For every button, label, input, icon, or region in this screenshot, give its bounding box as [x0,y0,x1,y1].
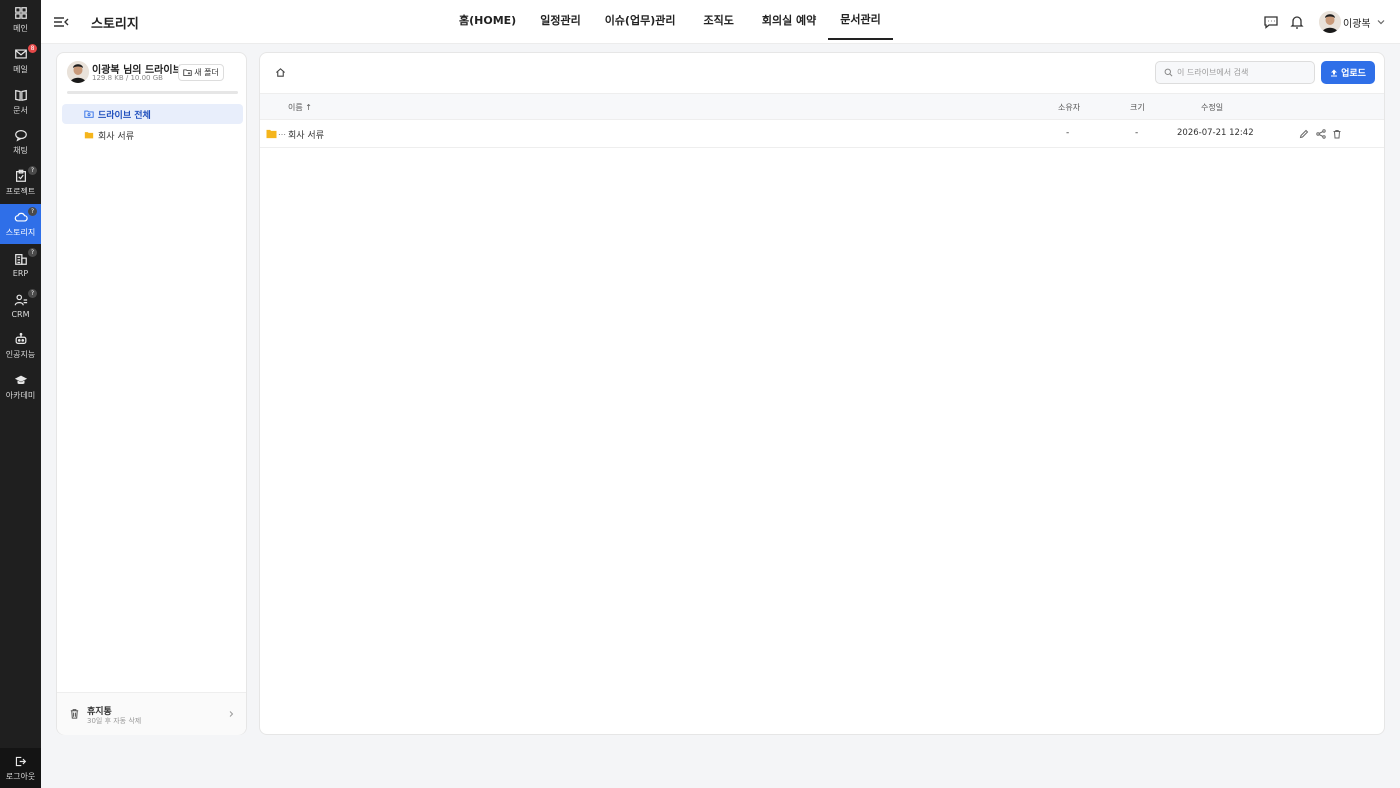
rail-item-crm[interactable]: CRM ? [0,286,41,326]
rail-item-mail[interactable]: 메일 8 [0,41,41,81]
rail-badge: ? [28,166,37,175]
usage-bar [67,91,238,94]
cloud-icon [14,212,28,222]
tree-item-label: 드라이브 전체 [98,110,151,121]
folder-icon [84,132,94,139]
rail-label: 스토리지 [5,228,36,237]
rail-item-academy[interactable]: 아카데미 [0,367,41,407]
rail-badge: ? [28,289,37,298]
chevron-right-icon [229,711,234,717]
delete-icon[interactable] [1332,129,1342,139]
logout-label: 로그아웃 [5,771,36,781]
rail-item-erp[interactable]: ERP ? [0,245,41,285]
row-owner: - [1066,128,1070,138]
search-input[interactable] [1177,68,1307,77]
row-ellipsis: … [278,128,286,137]
nav-schedule[interactable]: 일정관리 [528,0,592,40]
rail-item-docs[interactable]: 문서 [0,82,41,122]
edit-icon[interactable] [1299,129,1309,139]
file-browser: 업로드 이름 ↑ 소유자 크기 수정일 … 회사 서류 - - 2026-07-… [259,52,1385,735]
rail-badge: ? [28,207,37,216]
logout-icon [15,756,27,766]
rail-label: CRM [11,310,30,319]
rail-item-chat[interactable]: 채팅 [0,122,41,162]
row-size: - [1135,128,1139,138]
folder-plus-icon [183,69,192,76]
chat-icon [14,130,27,142]
rail-label: 메인 [13,24,28,33]
trash-link[interactable]: 휴지통 30일 후 자동 삭제 [57,692,246,735]
rail-label: 문서 [13,106,28,115]
chevron-down-icon[interactable] [1376,17,1386,27]
page-title: 스토리지 [91,17,139,32]
bell-icon[interactable] [1289,14,1305,30]
book-icon [14,89,27,101]
avatar-image [67,61,89,83]
rail-label: 인공지능 [5,350,36,359]
drive-usage-text: 129.8 KB / 10.00 GB [92,74,163,82]
row-name[interactable]: 회사 서류 [288,128,324,141]
left-rail: 메인 메일 8 문서 채팅 프로젝트 ? 스토리지 ? ERP ? CRM ? … [0,0,41,788]
user-name[interactable]: 이광복 [1343,15,1371,30]
tree-item-label: 회사 서류 [98,131,134,142]
drive-folder-icon [84,110,94,118]
user-avatar[interactable] [1319,11,1341,33]
rail-label: 프로젝트 [5,187,36,196]
upload-label: 업로드 [1341,69,1366,79]
column-header-owner[interactable]: 소유자 [1058,102,1080,113]
message-icon[interactable] [1263,14,1279,30]
drive-sidebar: 이광복 님의 드라이브 129.8 KB / 10.00 GB 새 폴더 드라이… [56,52,247,735]
nav-documents[interactable]: 문서관리 [828,0,893,40]
column-header-modified[interactable]: 수정일 [1201,102,1223,113]
graduation-cap-icon [14,375,27,385]
trash-icon [70,709,79,719]
rail-label: 아카데미 [5,391,36,400]
logout-button[interactable]: 로그아웃 [0,748,41,788]
robot-icon [15,332,26,344]
drive-search[interactable] [1155,61,1315,84]
top-header: 스토리지 홈(HOME) 일정관리 이슈(업무)관리 조직도 회의실 예약 문서… [41,0,1400,44]
rail-item-project[interactable]: 프로젝트 ? [0,163,41,203]
rail-label: 메일 [13,65,28,74]
main-nav: 홈(HOME) 일정관리 이슈(업무)관리 조직도 회의실 예약 문서관리 [447,0,893,44]
folder-icon [266,129,277,139]
tree-item-all-drive[interactable]: 드라이브 전체 [62,104,243,124]
rail-item-storage[interactable]: 스토리지 ? [0,204,41,244]
dashboard-icon [14,7,27,19]
nav-meeting-room[interactable]: 회의실 예약 [750,0,828,40]
rail-badge: ? [28,248,37,257]
column-header-name[interactable]: 이름 ↑ [288,102,312,113]
avatar-image [1319,11,1341,33]
mail-icon [14,49,27,59]
drive-avatar [67,61,89,83]
new-folder-label: 새 폴더 [194,68,219,77]
rail-badge: 8 [28,44,37,53]
users-icon [14,294,27,306]
search-icon [1164,68,1173,77]
rail-item-main[interactable]: 메인 [0,0,41,40]
home-icon[interactable] [275,67,286,78]
menu-collapse-icon[interactable] [53,14,69,30]
tree-item-company-docs[interactable]: 회사 서류 [62,125,243,145]
new-folder-button[interactable]: 새 폴더 [178,64,224,81]
clipboard-icon [15,169,26,182]
building-icon [14,254,27,265]
nav-org-chart[interactable]: 조직도 [687,0,749,40]
column-header-size[interactable]: 크기 [1130,102,1145,113]
nav-home[interactable]: 홈(HOME) [447,0,528,40]
table-row[interactable]: … 회사 서류 - - 2026-07-21 12:42 [260,120,1384,148]
share-icon[interactable] [1316,129,1326,139]
upload-button[interactable]: 업로드 [1321,61,1375,84]
table-header: 이름 ↑ 소유자 크기 수정일 [260,93,1384,120]
nav-issues[interactable]: 이슈(업무)관리 [593,0,688,40]
trash-subtitle: 30일 후 자동 삭제 [87,717,142,725]
rail-label: 채팅 [13,146,28,155]
rail-item-ai[interactable]: 인공지능 [0,326,41,366]
row-modified: 2026-07-21 12:42 [1177,128,1254,138]
rail-label: ERP [12,269,29,278]
upload-icon [1331,69,1338,76]
